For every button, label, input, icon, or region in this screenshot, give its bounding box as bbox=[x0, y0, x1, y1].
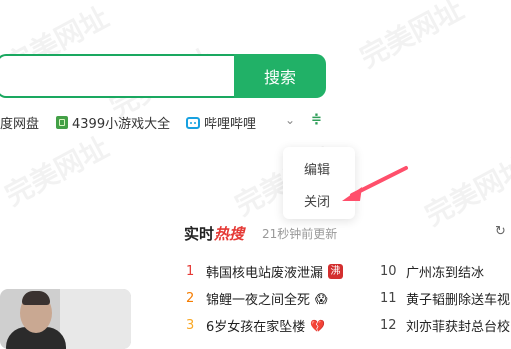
watermark: 完美网址 bbox=[354, 0, 469, 75]
hot-search-title-prefix: 实时 bbox=[184, 225, 215, 243]
annotation-arrow-icon bbox=[342, 166, 408, 201]
hot-search-title-suffix: 热搜 bbox=[214, 225, 245, 243]
shortcut-4399[interactable]: 4399小游戏大全 bbox=[56, 113, 170, 132]
shortcut-label: 4399小游戏大全 bbox=[72, 117, 171, 132]
hot-boil-badge: 沸 bbox=[328, 264, 344, 279]
4399-icon bbox=[56, 116, 68, 129]
thumbnail-person-hair bbox=[22, 291, 50, 305]
hot-search-item[interactable]: 12 刘亦菲获封总台校 bbox=[380, 316, 510, 335]
hot-text: 刘亦菲获封总台校 bbox=[406, 320, 511, 335]
chevron-down-icon[interactable]: ⌄ bbox=[285, 113, 295, 127]
hot-text: 锦鲤一夜之间全死 bbox=[206, 293, 311, 308]
hot-text: 黄子韬删除送车视 bbox=[406, 293, 511, 308]
shortcut-baidu-netdisk[interactable]: 度网盘 bbox=[0, 113, 39, 132]
watermark: 完美网址 bbox=[0, 130, 114, 213]
hot-text: 6岁女孩在家坠楼 bbox=[206, 320, 306, 335]
hot-rank: 10 bbox=[380, 264, 397, 279]
shortcut-label: 哔哩哔哩 bbox=[204, 117, 257, 132]
hot-rank: 1 bbox=[186, 264, 195, 279]
hot-search-item[interactable]: 11 黄子韬删除送车视 bbox=[380, 289, 510, 308]
hot-search-item[interactable]: 1 韩国核电站废液泄漏 沸 bbox=[186, 262, 344, 281]
hot-text: 韩国核电站废液泄漏 bbox=[206, 266, 324, 281]
hot-search-title: 实时热搜 bbox=[184, 223, 244, 244]
shortcut-bilibili[interactable]: 哔哩哔哩 bbox=[186, 113, 256, 132]
hot-rank: 12 bbox=[380, 318, 397, 333]
hot-rank: 2 bbox=[186, 291, 195, 306]
more-settings-icon[interactable]: ≑ bbox=[311, 112, 322, 127]
watermark: 完美网址 bbox=[419, 150, 511, 233]
search-input[interactable] bbox=[0, 54, 236, 98]
thumbnail-background bbox=[60, 289, 131, 349]
shortcut-label: 度网盘 bbox=[0, 117, 40, 132]
video-thumbnail[interactable] bbox=[0, 289, 131, 349]
hot-text: 广州冻到结冰 bbox=[406, 266, 485, 281]
bilibili-icon bbox=[186, 116, 200, 129]
menu-item-edit[interactable]: 编辑 bbox=[304, 159, 330, 178]
hot-rank: 3 bbox=[186, 318, 195, 333]
refresh-icon[interactable]: ↻ bbox=[495, 224, 506, 239]
hot-rank: 11 bbox=[380, 291, 397, 306]
broken-heart-emoji-icon: 💔 bbox=[310, 318, 326, 333]
hot-search-item[interactable]: 3 6岁女孩在家坠楼 💔 bbox=[186, 316, 325, 335]
menu-item-close[interactable]: 关闭 bbox=[304, 191, 330, 210]
hot-search-item[interactable]: 2 锦鲤一夜之间全死 😱 bbox=[186, 289, 328, 308]
hot-search-updated: 21秒钟前更新 bbox=[262, 227, 338, 241]
scream-emoji-icon: 😱 bbox=[315, 291, 328, 306]
hot-search-item[interactable]: 10 广州冻到结冰 bbox=[380, 262, 484, 281]
search-button[interactable]: 搜索 bbox=[234, 54, 326, 98]
